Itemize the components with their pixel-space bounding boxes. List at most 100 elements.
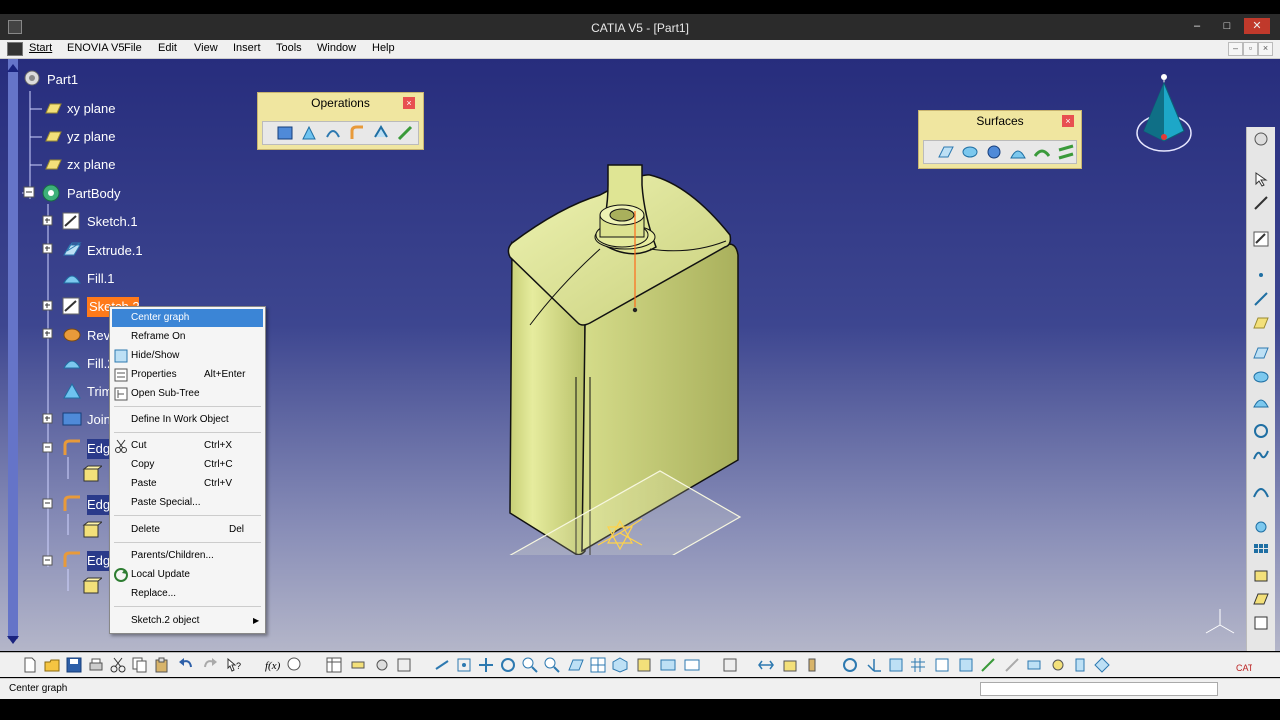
fit-all-icon[interactable]	[456, 657, 472, 673]
tool-icon[interactable]	[1253, 591, 1269, 607]
tool-icon[interactable]	[888, 657, 904, 673]
doc-restore-button[interactable]: ▫	[1243, 42, 1258, 56]
tree-item-trim[interactable]: Trim.1	[87, 382, 109, 402]
surfaces-toolbar[interactable]: Surfaces ×	[918, 110, 1082, 169]
swap-space-icon[interactable]	[684, 657, 700, 673]
tool-icon[interactable]	[1253, 519, 1269, 535]
menu-item-define-in-work-object[interactable]: Define In Work Object	[112, 411, 263, 429]
tool-icon[interactable]	[396, 657, 412, 673]
tree-item-fill-1[interactable]: Fill.1	[87, 269, 114, 289]
tree-item-revolute[interactable]: Revolute.1	[87, 326, 109, 346]
fly-mode-icon[interactable]	[434, 657, 450, 673]
tool-icon[interactable]	[934, 657, 950, 673]
grid-icon[interactable]	[910, 657, 926, 673]
print-icon[interactable]	[88, 657, 104, 673]
operations-toolbar-close[interactable]: ×	[403, 97, 415, 109]
tool-icon[interactable]	[1026, 657, 1042, 673]
undo-icon[interactable]	[178, 657, 194, 673]
zoom-in-icon[interactable]	[522, 657, 538, 673]
normal-view-icon[interactable]	[568, 657, 584, 673]
menu-item-paste[interactable]: Paste Ctrl+V	[112, 475, 263, 493]
join-tool-icon[interactable]	[277, 125, 293, 141]
menu-item-paste-special[interactable]: Paste Special...	[112, 494, 263, 512]
paste-icon[interactable]	[154, 657, 170, 673]
menu-start[interactable]: Start	[29, 42, 52, 54]
hide-show-icon[interactable]	[660, 657, 676, 673]
menu-insert[interactable]: Insert	[233, 42, 261, 54]
multi-view-icon[interactable]	[590, 657, 606, 673]
save-icon[interactable]	[66, 657, 82, 673]
menu-item-properties[interactable]: Properties Alt+Enter	[112, 366, 263, 384]
command-input[interactable]	[980, 682, 1218, 696]
table-icon[interactable]	[326, 657, 342, 673]
minimize-button[interactable]: –	[1188, 18, 1206, 34]
tool-icon[interactable]	[782, 657, 798, 673]
tool-icon[interactable]	[1094, 657, 1110, 673]
doc-close-button[interactable]: ×	[1258, 42, 1273, 56]
untrim-tool-icon[interactable]	[325, 125, 341, 141]
menu-item-center-graph[interactable]: Center graph	[112, 309, 263, 327]
tool-icon[interactable]	[1253, 567, 1269, 583]
new-file-icon[interactable]	[22, 657, 38, 673]
sphere-surface-icon[interactable]	[986, 144, 1002, 160]
zoom-out-icon[interactable]	[544, 657, 560, 673]
menu-edit[interactable]: Edit	[158, 42, 177, 54]
tree-item-extrude-1[interactable]: Extrude.1	[87, 241, 143, 261]
tool-icon[interactable]	[804, 657, 820, 673]
tree-item-join[interactable]: Join.1	[87, 410, 109, 430]
extrude-surface-icon[interactable]	[938, 144, 954, 160]
open-folder-icon[interactable]	[44, 657, 60, 673]
fillet-tool-icon[interactable]	[349, 125, 365, 141]
tree-item-xy-plane[interactable]: xy plane	[67, 99, 115, 119]
menu-item-reframe-on[interactable]: Reframe On	[112, 328, 263, 346]
tree-item-yz-plane[interactable]: yz plane	[67, 127, 115, 147]
menu-item-open-sub-tree[interactable]: Open Sub-Tree	[112, 385, 263, 403]
start-logo-icon[interactable]	[7, 42, 23, 56]
operations-toolbar[interactable]: Operations ×	[257, 92, 424, 150]
translate-tool-icon[interactable]	[373, 125, 389, 141]
extrapolate-tool-icon[interactable]	[397, 125, 413, 141]
whats-this-icon[interactable]: ?	[226, 657, 242, 673]
revolve-tool-icon[interactable]	[1253, 369, 1269, 385]
menu-window[interactable]: Window	[317, 42, 356, 54]
tool-icon[interactable]	[758, 657, 774, 673]
menu-item-local-update[interactable]: Local Update	[112, 566, 263, 584]
rotate-icon[interactable]	[500, 657, 516, 673]
copy-icon[interactable]	[132, 657, 148, 673]
menu-enovia[interactable]: ENOVIA V5	[67, 42, 124, 54]
knowledge-icon[interactable]	[286, 657, 302, 673]
iso-view-icon[interactable]	[612, 657, 628, 673]
bottle-3d-model[interactable]	[490, 145, 760, 555]
tree-item-zx-plane[interactable]: zx plane	[67, 155, 115, 175]
doc-minimize-button[interactable]: –	[1228, 42, 1243, 56]
pan-icon[interactable]	[478, 657, 494, 673]
tool-icon[interactable]	[1253, 195, 1269, 211]
sweep-surface-icon[interactable]	[1034, 144, 1050, 160]
revolve-surface-icon[interactable]	[962, 144, 978, 160]
circle-tool-icon[interactable]	[1253, 423, 1269, 439]
curve-tool-icon[interactable]	[1253, 483, 1269, 499]
tool-icon[interactable]	[980, 657, 996, 673]
tool-icon[interactable]	[1253, 615, 1269, 631]
tool-icon[interactable]	[1253, 131, 1269, 147]
measure-icon[interactable]	[350, 657, 366, 673]
blend-surface-icon[interactable]	[1058, 144, 1074, 160]
surfaces-toolbar-close[interactable]: ×	[1062, 115, 1074, 127]
menu-item-replace[interactable]: Replace...	[112, 585, 263, 603]
tool-icon[interactable]	[1004, 657, 1020, 673]
redo-icon[interactable]	[202, 657, 218, 673]
tool-icon[interactable]	[958, 657, 974, 673]
menu-file[interactable]: File	[124, 42, 142, 54]
fill-tool-icon[interactable]	[1253, 393, 1269, 409]
fill-surface-icon[interactable]	[1010, 144, 1026, 160]
axis-system-icon[interactable]	[866, 657, 882, 673]
menu-item-cut[interactable]: Cut Ctrl+X	[112, 437, 263, 455]
update-icon[interactable]	[842, 657, 858, 673]
menu-item-hide-show[interactable]: Hide/Show	[112, 347, 263, 365]
menu-view[interactable]: View	[194, 42, 218, 54]
tree-item-part1[interactable]: Part1	[47, 70, 78, 90]
tool-icon[interactable]	[722, 657, 738, 673]
tool-icon[interactable]	[374, 657, 390, 673]
menu-help[interactable]: Help	[372, 42, 395, 54]
tool-icon[interactable]	[1050, 657, 1066, 673]
